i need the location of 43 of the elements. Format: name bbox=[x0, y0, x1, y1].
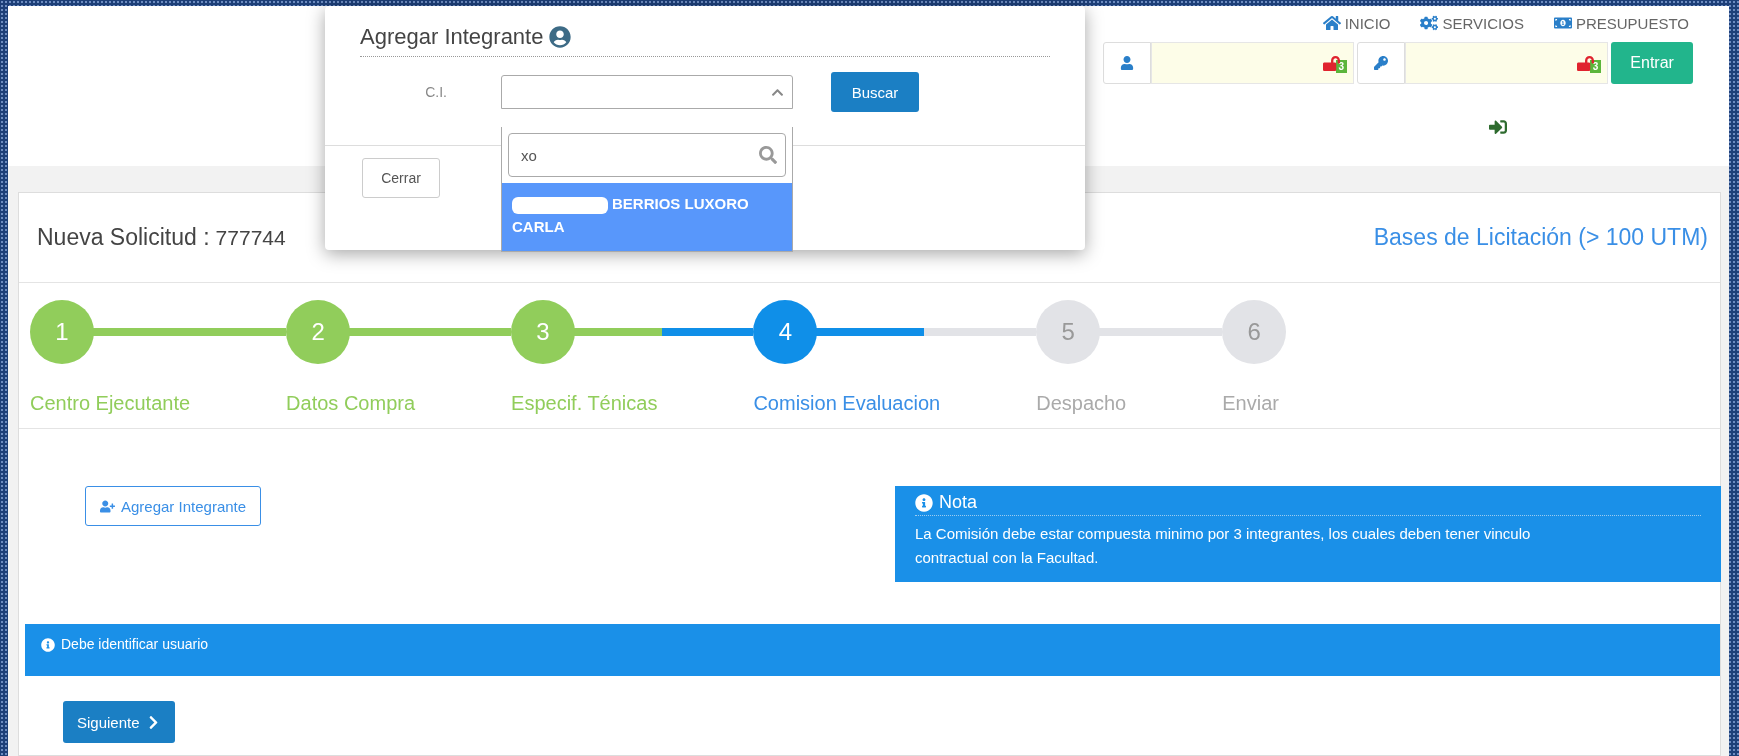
home-icon bbox=[1322, 14, 1341, 32]
step-label: Enviar bbox=[1222, 392, 1280, 415]
step-circle[interactable]: 3 bbox=[511, 300, 576, 364]
step-circle[interactable]: 4 bbox=[753, 300, 818, 364]
step-circle[interactable]: 2 bbox=[286, 300, 351, 364]
dropdown-option[interactable]: BERRIOS LUXORO CARLA bbox=[502, 183, 792, 251]
step-label: Especif. Ténicas bbox=[511, 392, 658, 415]
request-type-link[interactable]: Bases de Licitación (> 100 UTM) bbox=[1373, 224, 1708, 251]
user-plus-icon bbox=[100, 498, 115, 514]
step-circle[interactable]: 5 bbox=[1036, 300, 1101, 364]
nav-link[interactable]: INICIO bbox=[1322, 14, 1391, 32]
lock-icon bbox=[1576, 54, 1594, 72]
login-button[interactable]: Entrar bbox=[1611, 42, 1693, 84]
key-icon bbox=[1357, 42, 1405, 84]
ci-label: C.I. bbox=[424, 84, 447, 100]
request-number: 777744 bbox=[215, 226, 286, 249]
alert-text: Debe identificar usuario bbox=[61, 636, 209, 652]
step-label: Comision Evaluacion bbox=[753, 392, 941, 415]
close-button[interactable]: Cerrar bbox=[362, 158, 440, 198]
step-label: Despacho bbox=[1036, 392, 1127, 415]
password-field[interactable]: 3 bbox=[1404, 42, 1609, 84]
gears-icon bbox=[1420, 14, 1439, 32]
user-icon bbox=[1103, 42, 1151, 84]
nav-link[interactable]: PRESUPUESTO bbox=[1553, 14, 1689, 32]
info-icon bbox=[41, 638, 55, 652]
sign-in-icon[interactable] bbox=[1489, 118, 1507, 136]
note-title: Nota bbox=[939, 492, 978, 513]
username-field[interactable]: 3 bbox=[1150, 42, 1355, 84]
note-text: La Comisión debe estar compuesta minimo por 3 integrantes, los cuales deben tener vinculo contractual con la Facultad. bbox=[915, 524, 1532, 568]
next-button[interactable]: Siguiente bbox=[63, 701, 175, 743]
search-icon bbox=[759, 146, 777, 164]
step-label: Centro Ejecutante bbox=[30, 392, 191, 415]
step-label: Datos Compra bbox=[286, 392, 416, 415]
step-circle[interactable]: 6 bbox=[1222, 300, 1287, 364]
step-circle[interactable]: 1 bbox=[30, 300, 94, 364]
dropdown-search-field[interactable]: xo bbox=[508, 133, 786, 177]
info-icon bbox=[915, 493, 933, 512]
nav-link[interactable]: SERVICIOS bbox=[1420, 14, 1524, 32]
modal-title: Agregar Integrante bbox=[360, 24, 544, 50]
add-member-button[interactable]: Agregar Integrante bbox=[85, 486, 262, 526]
search-button[interactable]: Buscar bbox=[831, 72, 919, 112]
lock-icon bbox=[1322, 54, 1340, 72]
request-title: Nueva Solicitud : bbox=[37, 224, 210, 250]
